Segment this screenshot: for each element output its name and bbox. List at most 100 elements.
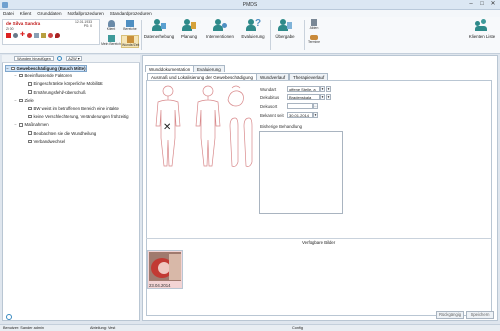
- bisherige-behandlung-textarea[interactable]: [259, 131, 343, 214]
- tree-expander-icon[interactable]: −: [14, 122, 17, 127]
- tree-expander-icon[interactable]: −: [14, 73, 17, 78]
- status-user: Benutzer: Sander admin: [3, 326, 44, 330]
- dekubitus-extra-button[interactable]: ▾: [326, 94, 331, 100]
- tree-checkbox[interactable]: [28, 82, 32, 86]
- tree-item-label: Beeinflussende Faktoren: [24, 73, 73, 79]
- client-label: Klient: [106, 27, 116, 31]
- window-title: PMDS: [242, 2, 258, 8]
- dekubitus-dropdown-button[interactable]: ▾: [320, 94, 325, 100]
- close-button[interactable]: ✕: [488, 1, 498, 8]
- tree-checkbox[interactable]: [28, 114, 32, 119]
- body-diagram[interactable]: ✕: [146, 82, 271, 172]
- bekannt-seit-input[interactable]: 30.01.2014: [287, 112, 313, 118]
- menu-datei[interactable]: Datei: [3, 11, 14, 16]
- add-wound-button[interactable]: Wunden hinzufügen: [14, 56, 54, 61]
- wound-location-marker: ✕: [163, 122, 171, 133]
- wound-time-icon: [126, 36, 134, 43]
- ribbon-appointments-button[interactable]: Termine: [306, 35, 322, 44]
- tree-item-label: Beobachten sie die Wundheilung: [33, 130, 97, 136]
- client-list-label: Klienten Liste: [468, 34, 496, 39]
- ribbon-planning-button[interactable]: Planung: [172, 19, 206, 39]
- tree-checkbox[interactable]: [19, 73, 23, 78]
- refresh-icon[interactable]: [57, 56, 62, 61]
- tree-item-label: Gewebeschädigung (Bauch Mitte): [16, 66, 86, 71]
- tree-item[interactable]: keine Verschlechterung, Veränderungen fr…: [23, 114, 129, 119]
- evaluation-label: Evaluierung: [241, 34, 265, 39]
- ribbon-handover-button[interactable]: Übergabe: [268, 19, 302, 39]
- ribbon-interventions-button[interactable]: Interventionen: [203, 19, 237, 39]
- ribbon-wound-time-button[interactable]: Wunde/Zeit: [121, 35, 139, 48]
- planning-icon: [182, 19, 196, 31]
- bisherige-behandlung-label: Bisherige Behandlung: [260, 124, 303, 129]
- menu-grunddaten[interactable]: Grunddaten: [37, 11, 61, 16]
- status-config: Config: [292, 326, 303, 330]
- tree-item[interactable]: − Ziele: [14, 98, 34, 103]
- bekannt-seit-dropdown[interactable]: ▾: [313, 112, 318, 118]
- tree-item[interactable]: BW weist im betroffenen Bereich eine int…: [23, 106, 119, 111]
- undo-button[interactable]: Rückgängig: [436, 311, 464, 319]
- ribbon-areas-button[interactable]: Bereiche: [122, 20, 138, 31]
- menu-standardprozeduren[interactable]: Standardprozeduren: [110, 11, 152, 16]
- save-button[interactable]: Speichern: [466, 311, 494, 319]
- tree-checkbox[interactable]: [28, 131, 32, 135]
- wundart-extra-button[interactable]: ▾: [326, 86, 331, 92]
- dekubitus-label: Dekubitus: [260, 95, 280, 100]
- ribbon-data-collection-button[interactable]: Datenerhebung: [142, 19, 176, 39]
- tree-checkbox[interactable]: [28, 106, 32, 111]
- tab-extent-location[interactable]: Ausmaß und Lokalisierung der Gewebeschäd…: [147, 73, 258, 80]
- navigation-icon[interactable]: [6, 314, 12, 320]
- menu-bar: Datei Klient Grunddaten Notfallprozedure…: [0, 10, 500, 17]
- wundart-select[interactable]: offene Stelle, a: [287, 86, 320, 92]
- tree-item[interactable]: Beobachten sie die Wundheilung: [23, 131, 96, 136]
- tree-item[interactable]: Ernährungsfehl/-überschuß: [23, 90, 86, 95]
- health-icon[interactable]: [48, 33, 53, 38]
- ribbon-my-area-button[interactable]: Mein Bereich: [101, 35, 121, 46]
- title-bar: PMDS – □ ✕: [0, 0, 500, 10]
- warning-icon[interactable]: [27, 33, 32, 38]
- dekusort-button[interactable]: …: [313, 103, 318, 109]
- tree-expander-icon[interactable]: −: [6, 66, 9, 71]
- feet-figure: [229, 117, 253, 167]
- azw-dropdown[interactable]: AZW ▾: [66, 56, 82, 61]
- tree-item[interactable]: − Maßnahmen: [14, 122, 48, 127]
- tree-item[interactable]: − Beeinflussende Faktoren: [14, 73, 72, 78]
- tree-expander-icon[interactable]: −: [14, 98, 17, 103]
- wundart-dropdown-button[interactable]: ▾: [320, 86, 325, 92]
- dekusort-input[interactable]: [287, 103, 313, 109]
- minimize-button[interactable]: –: [466, 1, 476, 8]
- my-area-label: Mein Bereich: [101, 42, 121, 46]
- ribbon-client-button[interactable]: Klient: [104, 20, 118, 31]
- tree-checkbox[interactable]: [19, 98, 23, 103]
- document-icon[interactable]: [34, 33, 39, 38]
- menu-klient[interactable]: Klient: [20, 11, 32, 16]
- tab-evaluation[interactable]: Evaluierung: [193, 65, 225, 72]
- key-icon[interactable]: [41, 33, 46, 38]
- menu-notfallprozeduren[interactable]: Notfallprozeduren: [68, 11, 104, 16]
- user-icon[interactable]: [13, 33, 18, 38]
- wound-image-thumbnail[interactable]: 23.04.2014: [147, 250, 183, 289]
- tree-checkbox[interactable]: [28, 90, 32, 94]
- wound-photo: [149, 252, 181, 281]
- patient-info-box[interactable]: de Silva Sandra 12.01.1933 PS: 0 Zi 00 ✚: [2, 19, 100, 45]
- data-collection-icon: [152, 19, 166, 31]
- maximize-button[interactable]: □: [477, 1, 487, 8]
- drop-icon[interactable]: [55, 33, 60, 38]
- tree-checkbox[interactable]: [11, 66, 15, 71]
- tree-checkbox[interactable]: [28, 139, 32, 144]
- ribbon-evaluation-button[interactable]: ? Evaluierung: [236, 19, 270, 40]
- dekubitus-select[interactable]: Bradenskala: [287, 94, 320, 100]
- medical-cross-icon[interactable]: ✚: [20, 32, 25, 38]
- ribbon-client-list-button[interactable]: Klienten Liste: [465, 19, 499, 39]
- tree-item[interactable]: Verbandwechsel: [23, 139, 65, 144]
- tree-item[interactable]: − Gewebeschädigung (Bauch Mitte): [5, 65, 87, 72]
- ribbon-files-button[interactable]: Akten: [307, 19, 321, 30]
- tab-wound-course[interactable]: Wundverlauf: [256, 73, 290, 80]
- tab-wound-documentation[interactable]: Wunddokumentation: [145, 65, 195, 72]
- tree-item[interactable]: Eingeschränkte körperliche Mobilität: [23, 81, 103, 86]
- tree-item-label: keine Verschlechterung, Veränderungen fr…: [33, 114, 129, 120]
- interventions-label: Interventionen: [206, 34, 234, 39]
- stop-icon[interactable]: [6, 33, 11, 38]
- tree-checkbox[interactable]: [19, 123, 23, 127]
- tree-item-label: Ziele: [24, 97, 34, 103]
- tab-therapy-course[interactable]: Therapieverlauf: [289, 73, 329, 80]
